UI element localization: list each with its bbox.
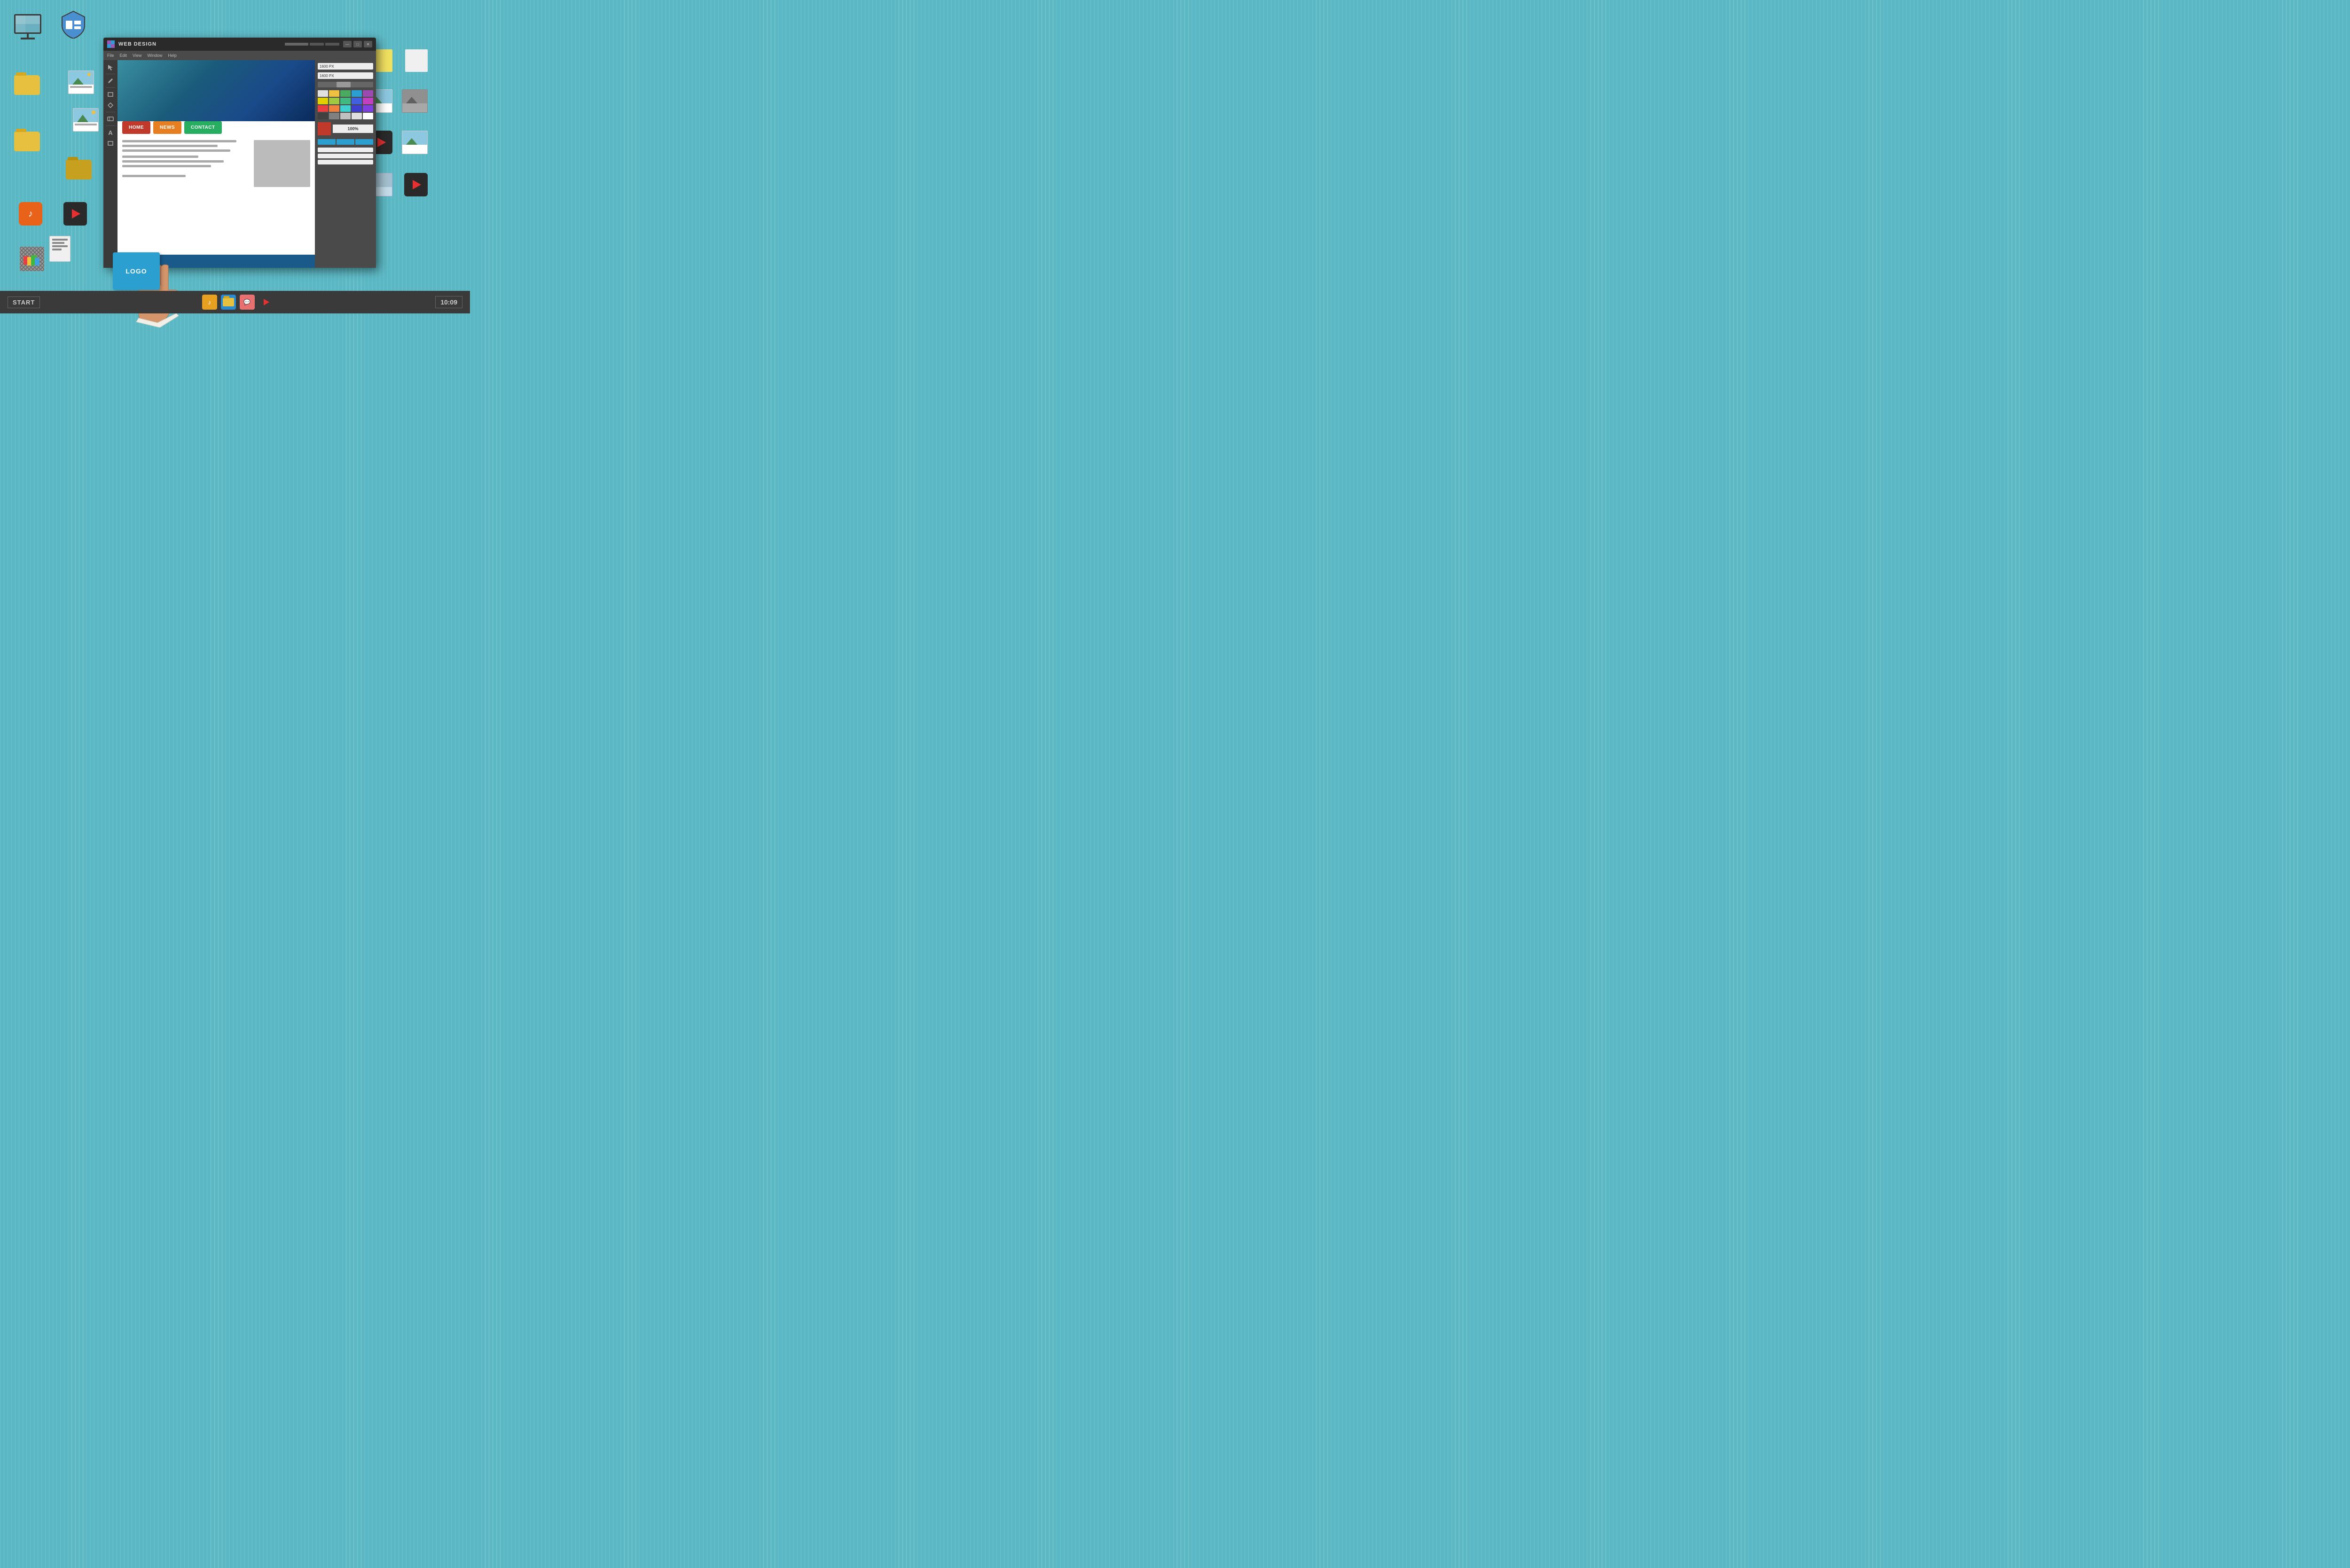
folder-dark-yellow[interactable] [66, 160, 92, 179]
color-swatch-19[interactable] [352, 113, 362, 119]
folder-taskbar-icon[interactable] [221, 295, 236, 310]
chat-taskbar-icon[interactable]: 💬 [240, 295, 255, 310]
music-taskbar-icon[interactable]: ♪ [202, 295, 217, 310]
color-swatch-1[interactable] [318, 90, 328, 97]
color-swatch-14[interactable] [352, 105, 362, 112]
panel-scrollbar[interactable] [318, 82, 373, 87]
play-icon-right2[interactable] [404, 173, 428, 196]
color-swatch-20[interactable] [363, 113, 373, 119]
square-outline-tool[interactable] [105, 139, 116, 148]
mini-swatch-2[interactable] [337, 139, 354, 145]
nav-home-btn[interactable]: HOME [122, 121, 150, 134]
title-bar: WEB DESIGN — □ ✕ [103, 38, 376, 51]
menu-window[interactable]: Window [147, 53, 162, 58]
logo-label: LOGO [125, 267, 147, 275]
taskbar: START ♪ 💬 10:09 [0, 291, 470, 313]
color-swatch-7[interactable] [329, 98, 339, 104]
menu-view[interactable]: View [133, 53, 141, 58]
image-icon-gray1[interactable] [402, 89, 428, 113]
mini-swatch-1[interactable] [318, 139, 336, 145]
slider-panel [318, 148, 373, 164]
music-desktop-icon[interactable]: ♪ [19, 202, 42, 226]
taskbar-icons: ♪ 💬 [202, 295, 274, 310]
color-swatch-10[interactable] [363, 98, 373, 104]
color-swatch-4[interactable] [352, 90, 362, 97]
system-time: 10:09 [435, 296, 462, 308]
height-input[interactable]: 1600 PX [318, 72, 373, 79]
width-input[interactable]: 1600 PX [318, 63, 373, 70]
close-button[interactable]: ✕ [364, 41, 372, 47]
start-button[interactable]: START [8, 296, 40, 308]
color-swatch-9[interactable] [352, 98, 362, 104]
menu-file[interactable]: File [107, 53, 114, 58]
cursor-tool[interactable] [105, 63, 116, 71]
color-swatch-12[interactable] [329, 105, 339, 112]
color-swatch-3[interactable] [340, 90, 351, 97]
color-swatch-13[interactable] [340, 105, 351, 112]
mini-swatch-3[interactable] [355, 139, 373, 145]
slider-1[interactable] [318, 148, 373, 152]
site-nav: HOME NEWS CONTACT [122, 121, 222, 134]
color-swatch-16[interactable] [318, 113, 328, 119]
site-image-placeholder [254, 140, 310, 187]
color-swatch-11[interactable] [318, 105, 328, 112]
text-tool[interactable]: A [105, 128, 116, 137]
color-swatch-17[interactable] [329, 113, 339, 119]
logo-card[interactable]: LOGO [113, 252, 160, 290]
note-white[interactable] [405, 49, 428, 72]
mini-color-grid [318, 139, 373, 145]
trash-icon[interactable] [20, 247, 44, 271]
diamond-tool[interactable] [105, 101, 116, 109]
eraser-tool[interactable] [105, 115, 116, 123]
color-swatch-2[interactable] [329, 90, 339, 97]
menu-bar: File Edit View Window Help [103, 51, 376, 60]
rect-tool[interactable] [105, 90, 116, 99]
site-hero [118, 60, 315, 121]
slider-3[interactable] [318, 160, 373, 164]
window-controls[interactable]: — □ ✕ [343, 41, 372, 47]
zoom-value[interactable]: 100% [333, 125, 373, 133]
zoom-control[interactable]: 100% [318, 122, 373, 135]
folder-yellow-2[interactable] [14, 132, 40, 151]
app-icon [107, 40, 115, 48]
nav-news-btn[interactable]: NEWS [153, 121, 181, 134]
height-input-row: 1600 PX [318, 72, 373, 79]
menu-help[interactable]: Help [168, 53, 177, 58]
play-taskbar-icon[interactable] [258, 295, 274, 310]
color-palette[interactable] [318, 90, 373, 119]
slider-2[interactable] [318, 154, 373, 158]
image-icon-left2[interactable] [68, 70, 94, 94]
right-panel: 1600 PX 1600 PX [315, 60, 376, 268]
color-swatch-5[interactable] [363, 90, 373, 97]
window-title: WEB DESIGN [118, 41, 285, 47]
paper-icon[interactable] [49, 236, 70, 262]
play-desktop-icon[interactable] [63, 202, 87, 226]
menu-edit[interactable]: Edit [120, 53, 127, 58]
color-swatch-6[interactable] [318, 98, 328, 104]
image-icon-r3[interactable] [402, 131, 428, 154]
monitor-desktop-icon[interactable] [14, 14, 41, 39]
color-swatch-8[interactable] [340, 98, 351, 104]
shield-desktop-icon[interactable] [61, 10, 86, 41]
nav-contact-btn[interactable]: CONTACT [184, 121, 222, 134]
color-swatch-18[interactable] [340, 113, 351, 119]
width-input-row: 1600 PX [318, 63, 373, 70]
maximize-button[interactable]: □ [353, 41, 362, 47]
minimize-button[interactable]: — [343, 41, 352, 47]
color-swatch-15[interactable] [363, 105, 373, 112]
folder-yellow-large[interactable] [14, 75, 40, 95]
pencil-tool[interactable] [105, 77, 116, 85]
zoom-indicator [318, 122, 331, 135]
image-icon-left1[interactable] [73, 108, 99, 132]
left-toolbar: A [103, 60, 118, 268]
